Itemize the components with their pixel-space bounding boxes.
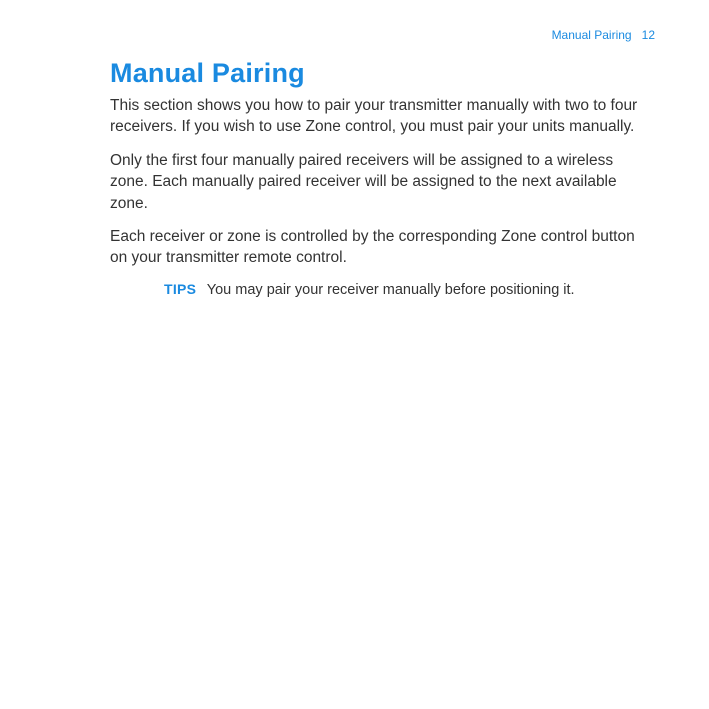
header-section-name: Manual Pairing: [552, 28, 632, 42]
paragraph-2: Only the first four manually paired rece…: [110, 150, 649, 214]
content-area: Manual Pairing This section shows you ho…: [0, 0, 709, 299]
paragraph-1: This section shows you how to pair your …: [110, 95, 649, 138]
header-page-number: 12: [642, 28, 655, 42]
tips-callout: TIPS You may pair your receiver manually…: [110, 281, 649, 299]
section-title: Manual Pairing: [110, 58, 649, 89]
paragraph-3: Each receiver or zone is controlled by t…: [110, 226, 649, 269]
tips-label: TIPS: [164, 281, 196, 297]
page-header: Manual Pairing 12: [552, 28, 655, 42]
tips-text: You may pair your receiver manually befo…: [207, 282, 575, 298]
